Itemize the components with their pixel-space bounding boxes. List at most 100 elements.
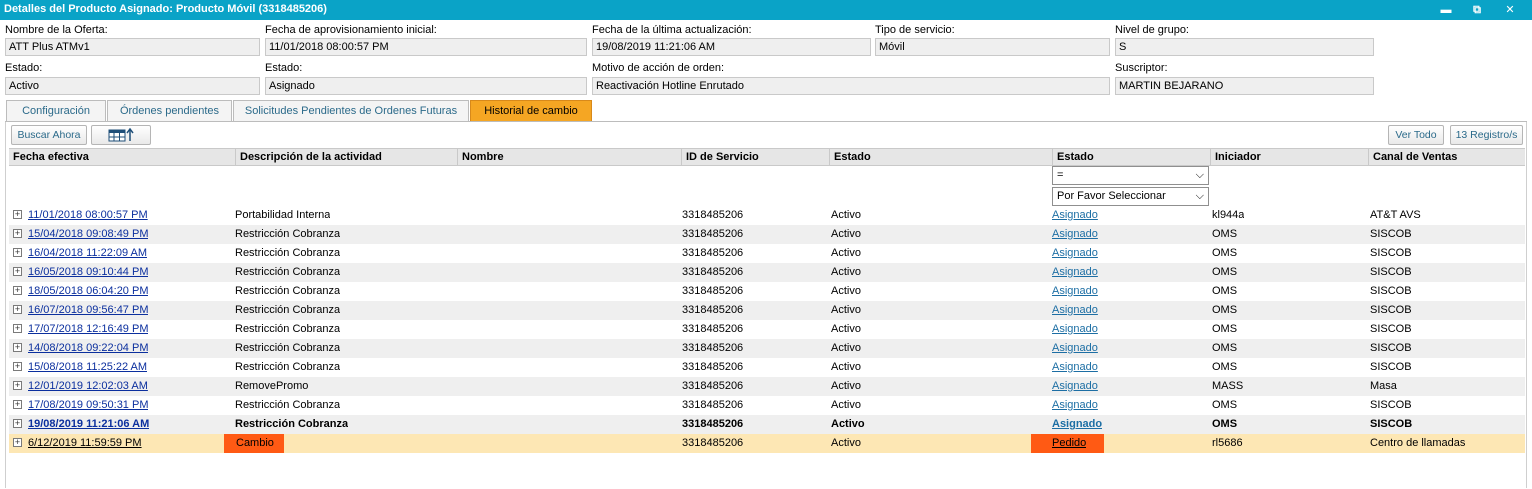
expand-row-icon[interactable]: +	[13, 210, 22, 219]
row-id: 3318485206	[682, 304, 744, 316]
row-desc: Portabilidad Interna	[235, 209, 331, 221]
row-canal: SISCOB	[1370, 266, 1412, 278]
expand-row-icon[interactable]: +	[13, 267, 22, 276]
expand-row-icon[interactable]: +	[13, 400, 22, 409]
column-header-estado[interactable]: Estado	[829, 149, 1052, 166]
row-canal: Masa	[1370, 380, 1397, 392]
row-desc: Restricción Cobranza	[235, 399, 341, 411]
filter-operator-select[interactable]: = ⌵	[1052, 166, 1209, 185]
row-desc: Restricción Cobranza	[235, 285, 341, 297]
expand-row-icon[interactable]: +	[13, 362, 22, 371]
row-estado2-link[interactable]: Asignado	[1052, 263, 1098, 282]
row-desc: Restricción Cobranza	[235, 304, 341, 316]
provision-date-field: 11/01/2018 08:00:57 PM	[265, 38, 587, 56]
expand-row-icon[interactable]: +	[13, 343, 22, 352]
row-estado: Activo	[831, 247, 861, 259]
row-date-link[interactable]: 14/08/2018 09:22:04 PM	[28, 339, 148, 358]
row-estado2-link[interactable]: Asignado	[1052, 301, 1098, 320]
row-date-link[interactable]: 15/08/2018 11:25:22 AM	[28, 358, 147, 377]
row-estado2-link[interactable]: Asignado	[1052, 377, 1098, 396]
assignment-status-label: Estado:	[265, 62, 303, 74]
table-row: +17/07/2018 12:16:49 PM Restricción Cobra…	[9, 320, 1525, 339]
row-iniciador: rl5686	[1212, 437, 1243, 449]
column-chooser-button[interactable]	[91, 125, 151, 145]
last-update-label: Fecha de la última actualización:	[592, 24, 752, 36]
row-iniciador: OMS	[1212, 418, 1238, 430]
window-titlebar: Detalles del Producto Asignado: Producto…	[0, 0, 1532, 20]
expand-row-icon[interactable]: +	[13, 229, 22, 238]
tab-ordenes-pendientes[interactable]: Órdenes pendientes	[107, 100, 232, 121]
row-estado2-link[interactable]: Asignado	[1052, 339, 1098, 358]
restore-icon[interactable]: ⧉	[1467, 2, 1487, 18]
window-title: Detalles del Producto Asignado: Producto…	[4, 3, 327, 15]
chevron-down-icon: ⌵	[1195, 190, 1204, 202]
row-date-link[interactable]: 15/04/2018 09:08:49 PM	[28, 225, 148, 244]
row-estado2-link[interactable]: Asignado	[1052, 358, 1098, 377]
row-canal: SISCOB	[1370, 361, 1412, 373]
offer-name-label: Nombre de la Oferta:	[5, 24, 108, 36]
column-header-fecha[interactable]: Fecha efectiva	[9, 149, 235, 166]
column-header-nombre[interactable]: Nombre	[457, 149, 681, 166]
assignment-status-field: Asignado	[265, 77, 587, 95]
row-estado2-link[interactable]: Asignado	[1052, 320, 1098, 339]
row-canal: SISCOB	[1370, 323, 1412, 335]
table-row: +11/01/2018 08:00:57 PM Portabilidad Inte…	[9, 206, 1525, 225]
row-estado2-link[interactable]: Asignado	[1052, 396, 1098, 415]
row-iniciador: MASS	[1212, 380, 1244, 392]
row-id: 3318485206	[682, 418, 744, 430]
search-now-button[interactable]: Buscar Ahora	[11, 125, 87, 145]
row-estado2-link[interactable]: Pedido	[1052, 434, 1086, 453]
view-all-button[interactable]: Ver Todo	[1388, 125, 1444, 145]
column-header-descripcion[interactable]: Descripción de la actividad	[235, 149, 457, 166]
row-id: 3318485206	[682, 323, 744, 335]
row-id: 3318485206	[682, 228, 744, 240]
row-date-link[interactable]: 16/04/2018 11:22:09 AM	[28, 244, 147, 263]
tab-historial-cambio[interactable]: Historial de cambio	[470, 100, 592, 121]
row-date-link[interactable]: 19/08/2019 11:21:06 AM	[28, 415, 149, 434]
row-date-link[interactable]: 16/05/2018 09:10:44 PM	[28, 263, 148, 282]
row-estado2-link[interactable]: Asignado	[1052, 282, 1098, 301]
expand-row-icon[interactable]: +	[13, 419, 22, 428]
column-header-iniciador[interactable]: Iniciador	[1210, 149, 1368, 166]
row-estado2-link[interactable]: Asignado	[1052, 225, 1098, 244]
row-desc: Restricción Cobranza	[235, 266, 341, 278]
column-header-canal[interactable]: Canal de Ventas	[1368, 149, 1525, 166]
minimize-icon[interactable]: ▬	[1436, 2, 1456, 18]
row-date-link[interactable]: 16/07/2018 09:56:47 PM	[28, 301, 148, 320]
row-date-link[interactable]: 11/01/2018 08:00:57 PM	[28, 206, 148, 225]
row-date-link[interactable]: 17/07/2018 12:16:49 PM	[28, 320, 148, 339]
chevron-down-icon: ⌵	[1195, 169, 1204, 181]
expand-row-icon[interactable]: +	[13, 286, 22, 295]
filter-operator-value: =	[1057, 169, 1064, 181]
tab-configuracion[interactable]: Configuración	[6, 100, 106, 121]
row-date-link[interactable]: 18/05/2018 06:04:20 PM	[28, 282, 148, 301]
row-estado2-link[interactable]: Asignado	[1052, 244, 1098, 263]
row-desc: Restricción Cobranza	[235, 342, 341, 354]
row-iniciador: OMS	[1212, 247, 1238, 259]
record-count-button[interactable]: 13 Registro/s	[1450, 125, 1523, 145]
row-iniciador: OMS	[1212, 266, 1238, 278]
table-row: +16/07/2018 09:56:47 PM Restricción Cobra…	[9, 301, 1525, 320]
row-canal: AT&T AVS	[1370, 209, 1421, 221]
row-estado2-link[interactable]: Asignado	[1052, 415, 1102, 434]
expand-row-icon[interactable]: +	[13, 324, 22, 333]
column-header-id-servicio[interactable]: ID de Servicio	[681, 149, 829, 166]
expand-row-icon[interactable]: +	[13, 248, 22, 257]
tab-solicitudes-pendientes[interactable]: Solicitudes Pendientes de Ordenes Futura…	[233, 100, 469, 121]
row-estado2-link[interactable]: Asignado	[1052, 206, 1098, 225]
row-date-link[interactable]: 6/12/2019 11:59:59 PM	[28, 434, 142, 453]
row-id: 3318485206	[682, 247, 744, 259]
filter-status-select[interactable]: Por Favor Seleccionar ⌵	[1052, 187, 1209, 206]
row-date-link[interactable]: 17/08/2019 09:50:31 PM	[28, 396, 148, 415]
expand-row-icon[interactable]: +	[13, 305, 22, 314]
row-date-link[interactable]: 12/01/2019 12:02:03 AM	[28, 377, 148, 396]
status-field: Activo	[5, 77, 260, 95]
row-iniciador: OMS	[1212, 323, 1238, 335]
row-id: 3318485206	[682, 361, 744, 373]
close-icon[interactable]: ✕	[1500, 2, 1520, 18]
table-row: +18/05/2018 06:04:20 PM Restricción Cobra…	[9, 282, 1525, 301]
expand-row-icon[interactable]: +	[13, 381, 22, 390]
row-estado: Activo	[831, 304, 861, 316]
expand-row-icon[interactable]: +	[13, 438, 22, 447]
column-header-estado-2[interactable]: Estado	[1052, 149, 1210, 166]
